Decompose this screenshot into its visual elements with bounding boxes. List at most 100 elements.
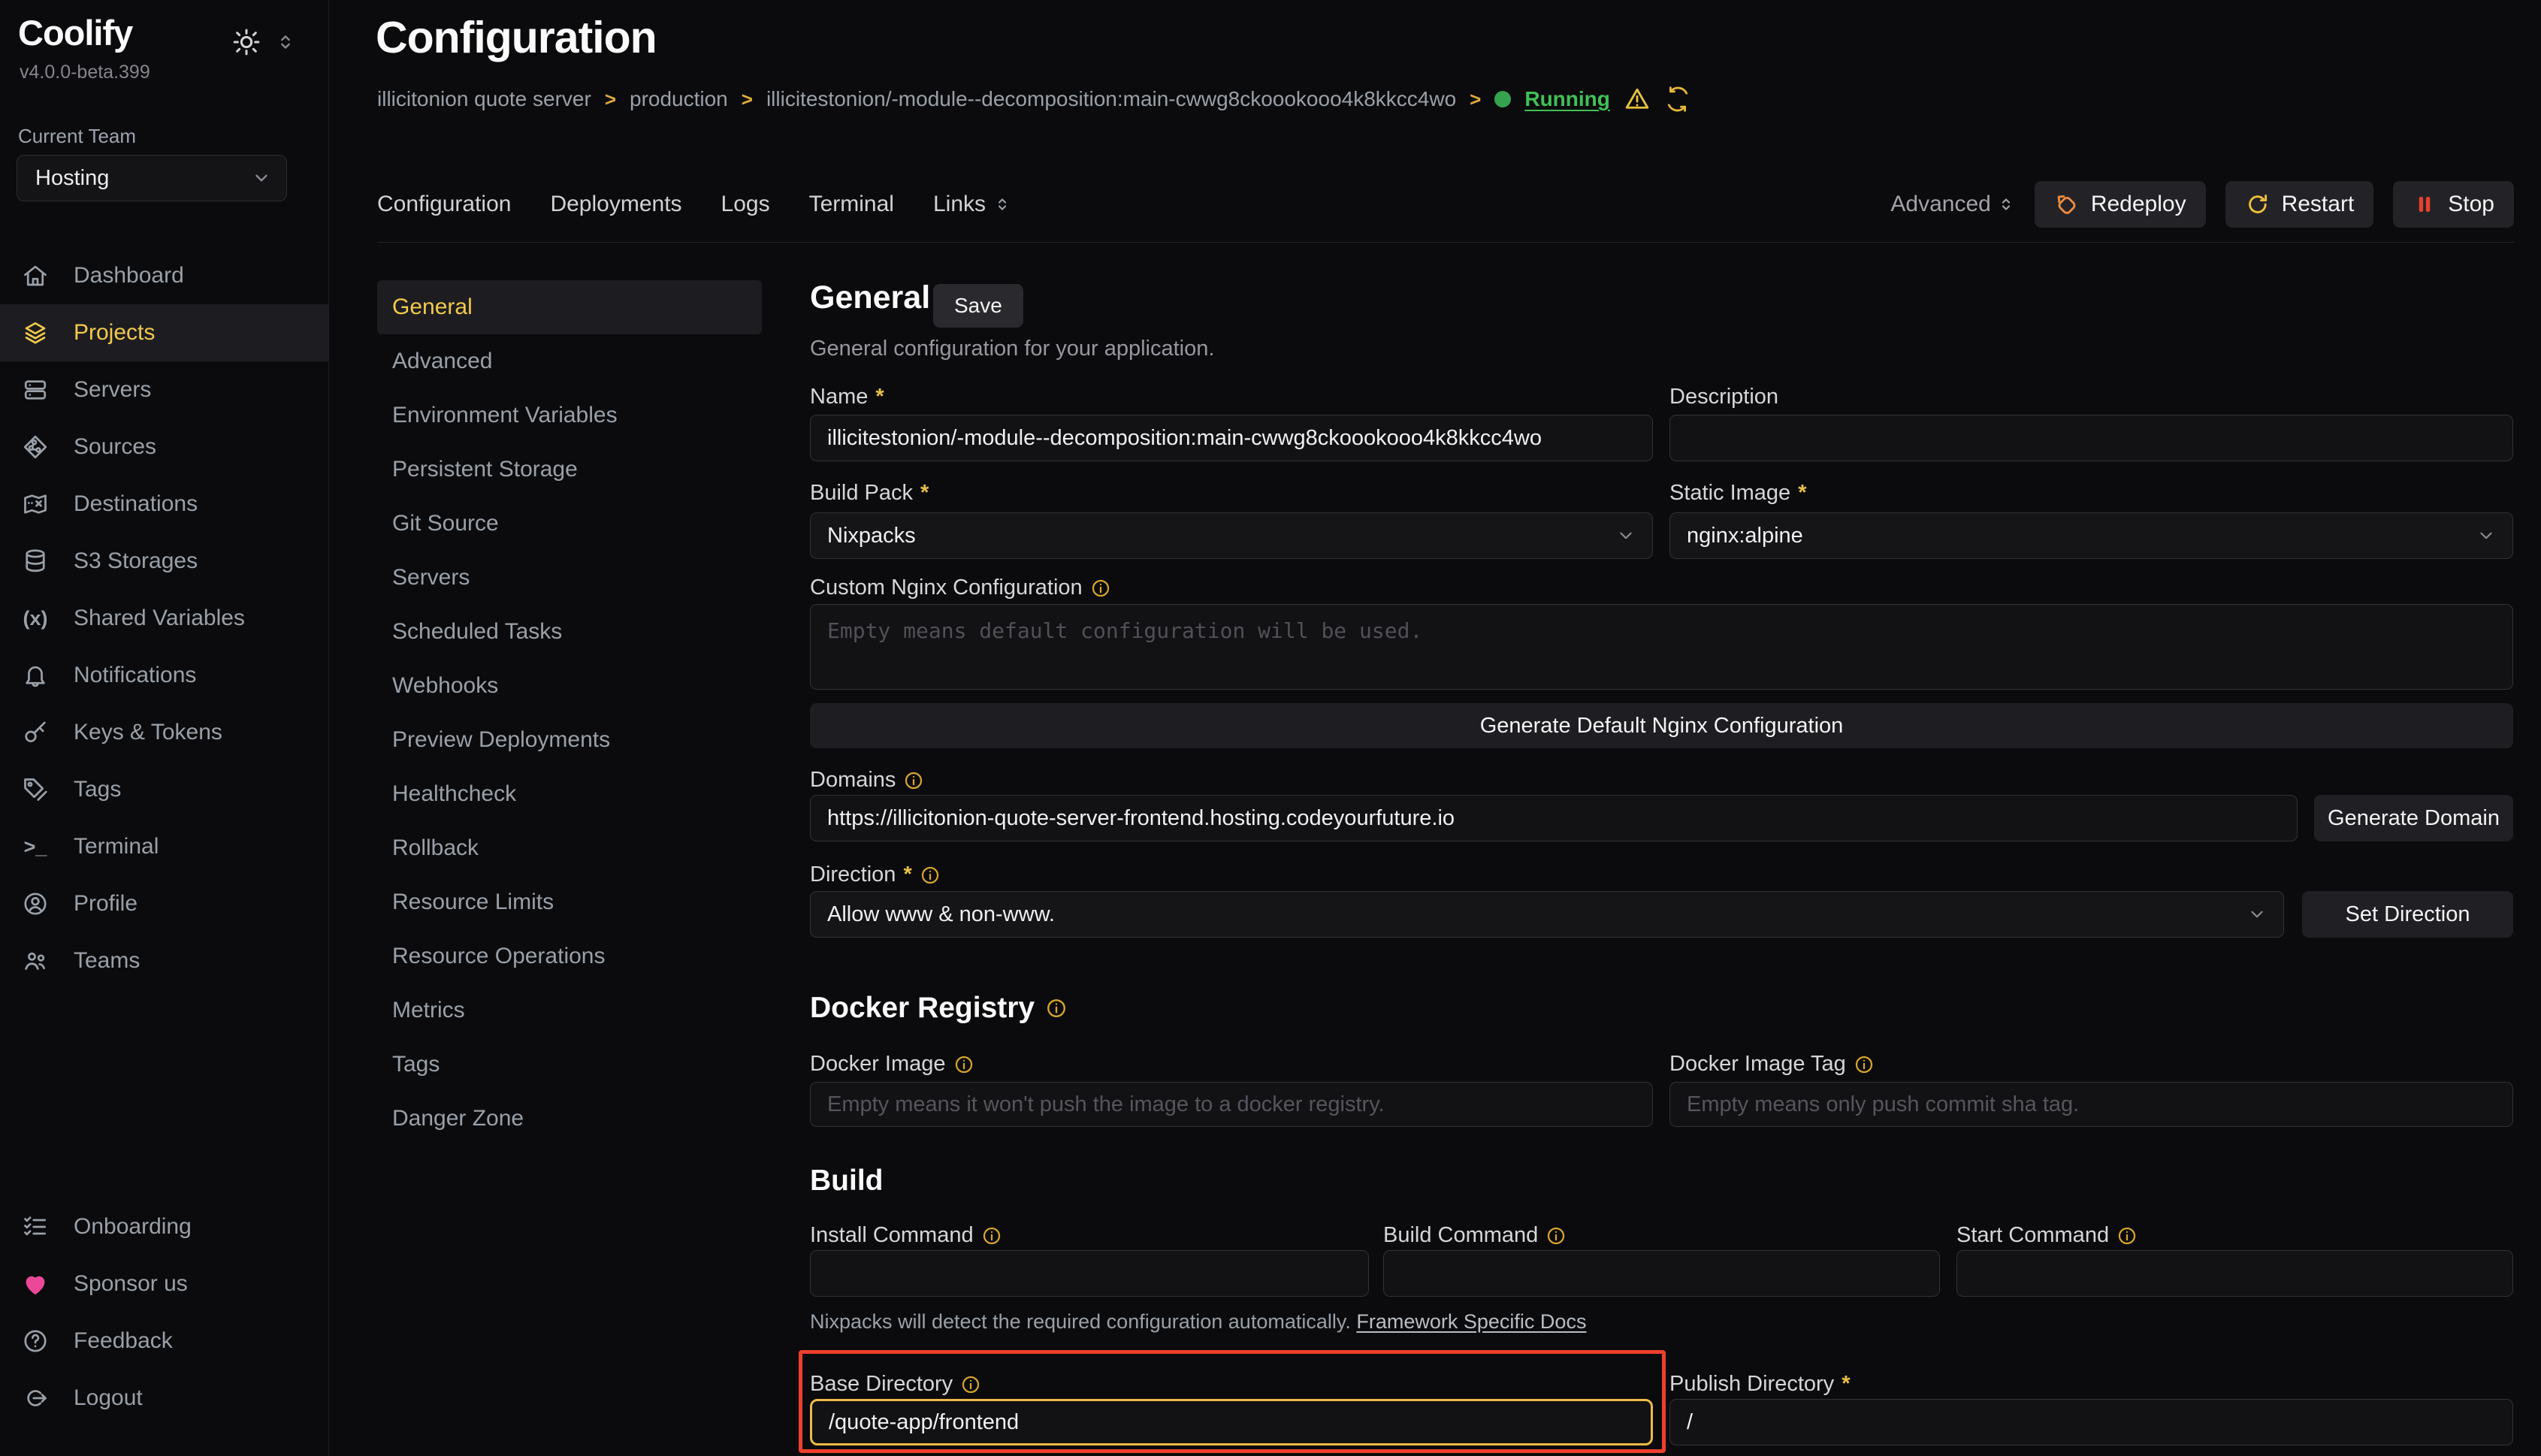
sidebar-item-s3-storages[interactable]: S3 Storages: [0, 533, 328, 590]
info-icon[interactable]: [920, 865, 941, 886]
theme-toggle-sun-icon[interactable]: [231, 27, 261, 57]
info-icon[interactable]: [1545, 1225, 1567, 1246]
breadcrumb-project[interactable]: illicitonion quote server: [377, 87, 591, 111]
static-image-select[interactable]: nginx:alpine: [1669, 512, 2513, 559]
docker-registry-heading: Docker Registry: [810, 992, 1068, 1025]
config-nav-servers[interactable]: Servers: [377, 551, 762, 605]
config-nav-metrics[interactable]: Metrics: [377, 983, 762, 1038]
tab-logs[interactable]: Logs: [721, 192, 770, 217]
custom-nginx-label: Custom Nginx Configuration: [810, 575, 1111, 600]
description-label: Description: [1669, 385, 1778, 409]
info-icon[interactable]: [903, 770, 924, 791]
sidebar-item-feedback[interactable]: Feedback: [0, 1313, 328, 1370]
info-icon[interactable]: [981, 1225, 1002, 1246]
config-nav-advanced[interactable]: Advanced: [377, 334, 762, 388]
direction-select[interactable]: Allow www & non-www.: [810, 891, 2284, 938]
database-icon: [21, 547, 50, 575]
app-version: v4.0.0-beta.399: [20, 62, 150, 83]
config-nav-scheduled-tasks[interactable]: Scheduled Tasks: [377, 605, 762, 659]
framework-docs-link[interactable]: Framework Specific Docs: [1356, 1310, 1586, 1333]
install-command-input[interactable]: [810, 1250, 1369, 1297]
tab-configuration[interactable]: Configuration: [377, 192, 511, 217]
chevron-down-icon: [252, 168, 271, 188]
publish-directory-input[interactable]: [1669, 1399, 2513, 1445]
main-area: Configuration illicitonion quote server …: [329, 0, 2541, 1456]
breadcrumb-separator: >: [605, 88, 616, 111]
config-nav-tags[interactable]: Tags: [377, 1038, 762, 1092]
config-nav-resource-limits[interactable]: Resource Limits: [377, 875, 762, 929]
sidebar-item-onboarding[interactable]: Onboarding: [0, 1198, 328, 1255]
chevron-down-icon: [2476, 526, 2496, 545]
info-icon[interactable]: [1045, 997, 1068, 1020]
start-command-input[interactable]: [1956, 1250, 2513, 1297]
build-heading: Build: [810, 1164, 883, 1198]
config-nav-general[interactable]: General: [377, 280, 762, 334]
generate-domain-button[interactable]: Generate Domain: [2314, 795, 2513, 841]
bell-icon: [21, 661, 50, 690]
custom-nginx-textarea[interactable]: [810, 604, 2513, 690]
sidebar-item-profile[interactable]: Profile: [0, 875, 328, 932]
base-directory-label: Base Directory: [810, 1372, 981, 1397]
config-nav-danger-zone[interactable]: Danger Zone: [377, 1092, 762, 1146]
sidebar-item-destinations[interactable]: Destinations: [0, 476, 328, 533]
server-icon: [21, 376, 50, 404]
sidebar-item-dashboard[interactable]: Dashboard: [0, 247, 328, 304]
sidebar-item-tags[interactable]: Tags: [0, 761, 328, 818]
home-icon: [21, 261, 50, 290]
docker-image-tag-input[interactable]: [1669, 1082, 2513, 1127]
config-nav-healthcheck[interactable]: Healthcheck: [377, 767, 762, 821]
sidebar-item-shared-variables[interactable]: (x) Shared Variables: [0, 590, 328, 647]
direction-label: Direction*: [810, 862, 941, 887]
config-nav-rollback[interactable]: Rollback: [377, 821, 762, 875]
save-button[interactable]: Save: [933, 284, 1023, 328]
tab-deployments[interactable]: Deployments: [550, 192, 681, 217]
info-icon[interactable]: [960, 1374, 981, 1395]
install-command-label: Install Command: [810, 1223, 1002, 1248]
chevrons-up-down-icon[interactable]: [275, 32, 296, 53]
generate-nginx-button[interactable]: Generate Default Nginx Configuration: [810, 703, 2513, 748]
config-nav-webhooks[interactable]: Webhooks: [377, 659, 762, 713]
base-directory-input[interactable]: [810, 1399, 1653, 1445]
current-team-label: Current Team: [18, 125, 136, 148]
start-command-label: Start Command: [1956, 1223, 2138, 1248]
set-direction-button[interactable]: Set Direction: [2302, 891, 2513, 938]
chevron-down-icon: [2247, 905, 2267, 924]
sidebar-item-servers[interactable]: Servers: [0, 361, 328, 418]
info-icon[interactable]: [953, 1054, 974, 1075]
section-heading: General: [810, 279, 930, 316]
users-icon: [21, 947, 50, 975]
app-sidebar: Coolify v4.0.0-beta.399 Current Team Hos…: [0, 0, 329, 1456]
team-select[interactable]: Hosting: [17, 155, 287, 201]
sidebar-item-sources[interactable]: Sources: [0, 418, 328, 476]
config-nav-preview-deployments[interactable]: Preview Deployments: [377, 713, 762, 767]
tag-icon: [21, 775, 50, 804]
sidebar-item-teams[interactable]: Teams: [0, 932, 328, 989]
sidebar-item-notifications[interactable]: Notifications: [0, 647, 328, 704]
heart-icon: [21, 1270, 50, 1298]
variable-icon: (x): [21, 604, 50, 633]
user-circle-icon: [21, 890, 50, 918]
name-input[interactable]: [810, 415, 1653, 461]
key-icon: [21, 718, 50, 747]
app-logo[interactable]: Coolify: [18, 12, 132, 53]
description-input[interactable]: [1669, 415, 2513, 461]
breadcrumb-environment[interactable]: production: [630, 87, 728, 111]
logout-icon: [21, 1384, 50, 1412]
docker-image-input[interactable]: [810, 1082, 1653, 1127]
info-icon[interactable]: [1854, 1054, 1875, 1075]
sidebar-item-keys-tokens[interactable]: Keys & Tokens: [0, 704, 328, 761]
sidebar-item-terminal[interactable]: >_ Terminal: [0, 818, 328, 875]
domains-input[interactable]: [810, 795, 2298, 841]
sidebar-item-projects[interactable]: Projects: [0, 304, 328, 361]
config-nav-environment-variables[interactable]: Environment Variables: [377, 388, 762, 443]
info-icon[interactable]: [2116, 1225, 2138, 1246]
config-nav-resource-operations[interactable]: Resource Operations: [377, 929, 762, 983]
config-nav-git-source[interactable]: Git Source: [377, 497, 762, 551]
build-command-input[interactable]: [1383, 1250, 1940, 1297]
sidebar-item-logout[interactable]: Logout: [0, 1370, 328, 1427]
config-nav-persistent-storage[interactable]: Persistent Storage: [377, 443, 762, 497]
build-pack-select[interactable]: Nixpacks: [810, 512, 1653, 559]
terminal-icon: >_: [21, 832, 50, 861]
sidebar-item-sponsor[interactable]: Sponsor us: [0, 1255, 328, 1313]
info-icon[interactable]: [1090, 578, 1111, 599]
